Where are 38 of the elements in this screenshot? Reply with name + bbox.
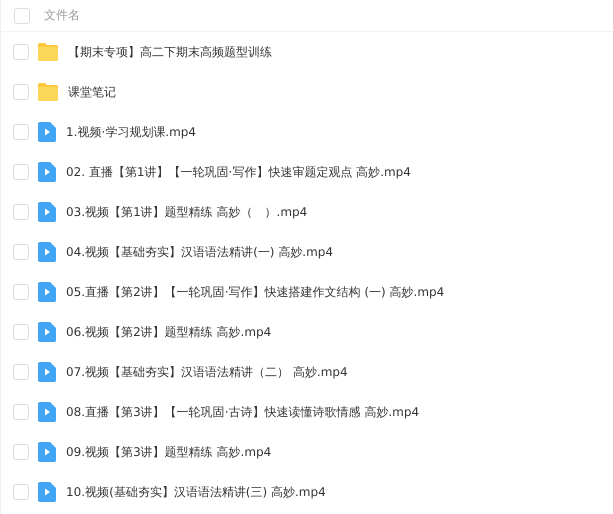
file-name[interactable]: 课堂笔记 (68, 84, 116, 100)
file-name[interactable]: 10.视频(基础夯实】汉语语法精讲(三) 高妙.mp4 (66, 484, 326, 500)
checkbox[interactable] (13, 244, 29, 260)
video-file-icon (38, 402, 56, 422)
checkbox[interactable] (13, 164, 29, 180)
checkbox[interactable] (13, 364, 29, 380)
checkbox[interactable] (13, 204, 29, 220)
checkbox[interactable] (13, 324, 29, 340)
column-header: 文件名 (44, 7, 80, 24)
video-file-icon (38, 282, 56, 302)
video-file-icon (38, 482, 56, 502)
video-file-icon (38, 362, 56, 382)
file-name[interactable]: 06.视频【第2讲】题型精练 高妙.mp4 (66, 324, 272, 340)
file-name[interactable]: 02. 直播【第1讲】【一轮巩固·写作】快速审题定观点 高妙.mp4 (66, 164, 411, 180)
file-name[interactable]: 09.视频【第3讲】题型精练 高妙.mp4 (66, 444, 272, 460)
checkbox[interactable] (13, 124, 29, 140)
file-name[interactable]: 05.直播【第2讲】【一轮巩固·写作】快速搭建作文结构 (一) 高妙.mp4 (66, 284, 444, 300)
file-name[interactable]: 1.视频·学习规划课.mp4 (66, 124, 196, 140)
checkbox[interactable] (13, 404, 29, 420)
file-name[interactable]: 03.视频【第1讲】题型精练 高妙（ ）.mp4 (66, 204, 308, 220)
checkbox[interactable] (13, 44, 29, 60)
video-file-icon (38, 242, 56, 262)
file-name[interactable]: 07.视频【基础夯实】汉语语法精讲（二） 高妙.mp4 (66, 364, 348, 380)
file-name[interactable]: 08.直播【第3讲】【一轮巩固·古诗】快速读懂诗歌情感 高妙.mp4 (66, 404, 420, 420)
folder-icon (38, 83, 58, 101)
folder-icon (38, 43, 58, 61)
video-file-icon (38, 202, 56, 222)
file-name[interactable]: 04.视频【基础夯实】汉语语法精讲(一) 高妙.mp4 (66, 244, 334, 260)
checkbox[interactable] (13, 444, 29, 460)
file-name[interactable]: 【期末专项】高二下期末高频题型训练 (68, 44, 272, 60)
checkbox[interactable] (13, 284, 29, 300)
video-file-icon (38, 442, 56, 462)
video-file-icon (38, 122, 56, 142)
checkbox[interactable] (13, 84, 29, 100)
checkbox[interactable] (14, 8, 30, 24)
video-file-icon (38, 322, 56, 342)
checkbox[interactable] (13, 484, 29, 500)
video-file-icon (38, 162, 56, 182)
